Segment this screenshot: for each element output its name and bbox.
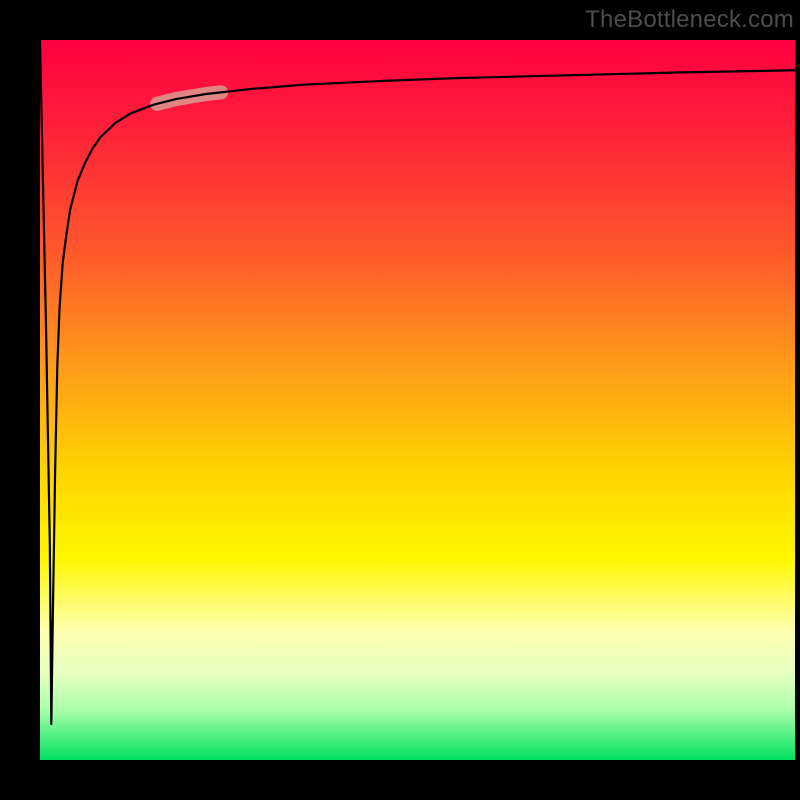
plot-area [40,40,795,760]
curve-layer [40,40,795,760]
watermark-text: TheBottleneck.com [585,6,794,34]
chart-container: TheBottleneck.com [0,0,800,800]
bottleneck-curve [40,40,795,724]
